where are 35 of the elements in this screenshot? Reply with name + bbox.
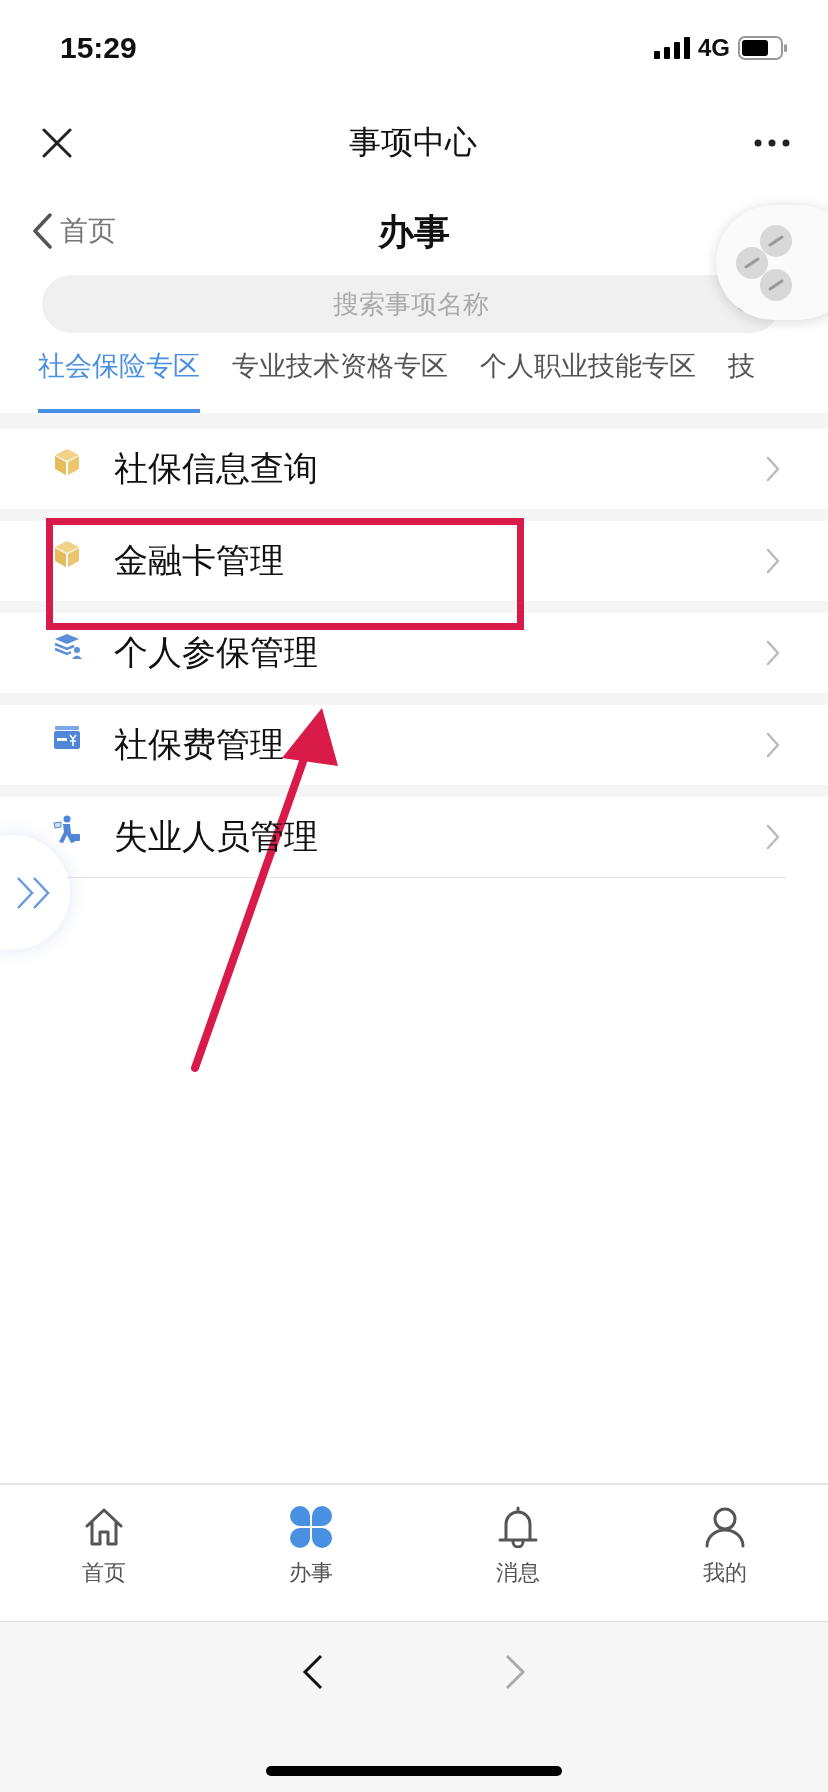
cube-icon	[52, 447, 82, 477]
service-label: 社保信息查询	[114, 448, 319, 489]
stack-person-icon	[52, 631, 82, 661]
close-icon[interactable]	[42, 127, 72, 158]
category-tab[interactable]: 个人职业技能专区	[480, 333, 696, 413]
status-time: 15:29	[60, 30, 137, 65]
service-label: 个人参保管理	[114, 632, 319, 673]
service-row[interactable]: 个人参保管理	[0, 613, 828, 693]
service-label: 金融卡管理	[114, 540, 285, 581]
category-tab[interactable]: 专业技术资格专区	[232, 333, 448, 413]
back-chevron-icon	[32, 213, 52, 249]
runner-icon	[52, 815, 82, 845]
bottom-tab[interactable]: 我的	[664, 1505, 785, 1589]
chevron-right-icon	[766, 456, 780, 482]
double-chevron-icon	[16, 875, 52, 910]
battery-icon	[738, 35, 788, 60]
network-label: 4G	[698, 33, 730, 62]
back-button[interactable]: 首页	[32, 212, 116, 250]
chevron-right-icon	[766, 824, 780, 850]
service-label: 社保费管理	[114, 724, 285, 765]
bottom-tab[interactable]: 首页	[43, 1505, 164, 1589]
cube-icon	[52, 539, 82, 569]
section-title: 办事	[378, 210, 450, 254]
more-icon[interactable]	[754, 138, 790, 147]
category-tab[interactable]: 技	[728, 333, 755, 413]
chevron-right-icon	[766, 548, 780, 574]
bottom-tab[interactable]: 办事	[250, 1505, 371, 1589]
signal-icon	[654, 36, 690, 59]
service-row[interactable]: 金融卡管理	[0, 521, 828, 601]
service-row[interactable]: 社保费管理	[0, 705, 828, 785]
page-title: 事项中心	[349, 122, 477, 162]
chevron-right-icon	[766, 640, 780, 666]
bottom-tab[interactable]: 消息	[457, 1505, 578, 1589]
chevron-right-icon	[766, 732, 780, 758]
service-row[interactable]: 社保信息查询	[0, 429, 828, 509]
